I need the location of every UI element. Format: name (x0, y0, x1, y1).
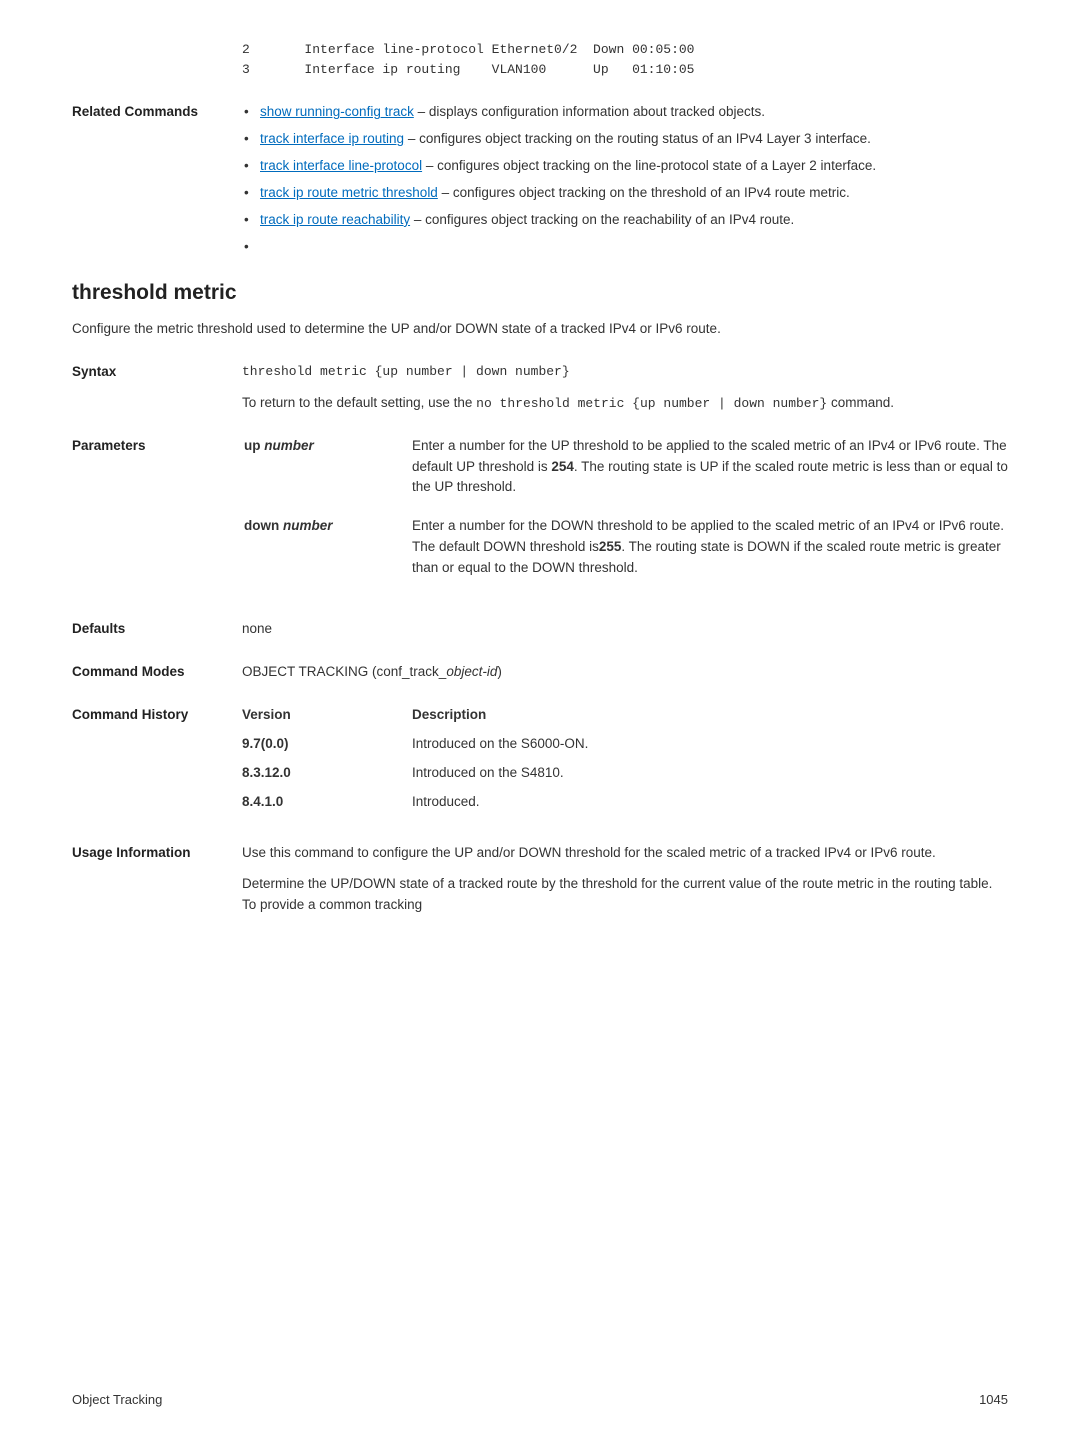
modes-label: Command Modes (72, 662, 242, 683)
param-desc: Enter a number for the UP threshold to b… (412, 436, 1008, 499)
parameters-label: Parameters (72, 436, 242, 598)
history-desc: Introduced. (412, 792, 1008, 813)
related-item: track interface ip routing – configures … (242, 129, 1008, 150)
related-link[interactable]: track ip route metric threshold (260, 185, 438, 200)
modes-post: ) (497, 664, 502, 679)
usage-label: Usage Information (72, 843, 242, 916)
code-output: 2 Interface line-protocol Ethernet0/2 Do… (242, 40, 1008, 80)
related-commands: Related Commands show running-config tra… (72, 102, 1008, 237)
history-version: 8.3.12.0 (242, 763, 412, 784)
code-line-2: 3 Interface ip routing VLAN100 Up 01:10:… (242, 60, 1008, 80)
usage-content: Use this command to configure the UP and… (242, 843, 1008, 916)
history-version: 8.4.1.0 (242, 792, 412, 813)
syntax-return-pre: To return to the default setting, use th… (242, 395, 476, 410)
section-intro: Configure the metric threshold used to d… (72, 319, 1008, 340)
param-row: up number Enter a number for the UP thre… (242, 436, 1008, 499)
history-content: Version Description 9.7(0.0) Introduced … (242, 705, 1008, 821)
related-item: show running-config track – displays con… (242, 102, 1008, 123)
related-text: – configures object tracking on the thre… (438, 185, 850, 200)
param-row: down number Enter a number for the DOWN … (242, 516, 1008, 579)
modes-value: OBJECT TRACKING (conf_track_object-id) (242, 662, 1008, 683)
related-link[interactable]: track interface ip routing (260, 131, 404, 146)
history-version: 9.7(0.0) (242, 734, 412, 755)
defaults-label: Defaults (72, 619, 242, 640)
related-content: show running-config track – displays con… (242, 102, 1008, 237)
related-label: Related Commands (72, 102, 242, 237)
modes-it: object-id (446, 664, 497, 679)
related-link[interactable]: track ip route reachability (260, 212, 410, 227)
syntax-code: threshold metric {up number | down numbe… (242, 362, 1008, 382)
section-heading: threshold metric (72, 277, 1008, 310)
history-desc: Introduced on the S4810. (412, 763, 1008, 784)
page-footer: Object Tracking 1045 (72, 1390, 1008, 1410)
usage-para-1: Use this command to configure the UP and… (242, 843, 1008, 864)
history-header: Version Description (242, 705, 1008, 726)
related-list: show running-config track – displays con… (242, 102, 1008, 231)
syntax-return-code: no threshold metric {up number | down nu… (476, 396, 827, 411)
parameters-content: up number Enter a number for the UP thre… (242, 436, 1008, 598)
syntax-return: To return to the default setting, use th… (242, 393, 1008, 414)
related-text: – displays configuration information abo… (414, 104, 765, 119)
syntax-label: Syntax (72, 362, 242, 413)
syntax-return-post: command. (827, 395, 894, 410)
usage-block: Usage Information Use this command to co… (72, 843, 1008, 916)
code-line-1: 2 Interface line-protocol Ethernet0/2 Do… (242, 40, 1008, 60)
history-label: Command History (72, 705, 242, 821)
syntax-block: Syntax threshold metric {up number | dow… (72, 362, 1008, 413)
history-row: 8.3.12.0 Introduced on the S4810. (242, 763, 1008, 784)
param-desc: Enter a number for the DOWN threshold to… (412, 516, 1008, 579)
related-link[interactable]: show running-config track (260, 104, 414, 119)
defaults-block: Defaults none (72, 619, 1008, 640)
usage-para-2: Determine the UP/DOWN state of a tracked… (242, 874, 1008, 916)
history-head-version: Version (242, 705, 412, 726)
param-desc-bold: 255 (599, 539, 622, 554)
defaults-value: none (242, 619, 1008, 640)
modes-block: Command Modes OBJECT TRACKING (conf_trac… (72, 662, 1008, 683)
related-item: track ip route reachability – configures… (242, 210, 1008, 231)
param-name-var: number (264, 438, 314, 453)
related-item: track ip route metric threshold – config… (242, 183, 1008, 204)
param-desc-bold: 254 (551, 459, 574, 474)
param-name: down number (242, 516, 412, 579)
footer-right: 1045 (979, 1390, 1008, 1410)
related-link[interactable]: track interface line-protocol (260, 158, 422, 173)
history-row: 9.7(0.0) Introduced on the S6000-ON. (242, 734, 1008, 755)
history-row: 8.4.1.0 Introduced. (242, 792, 1008, 813)
param-name-text: down (244, 518, 283, 533)
param-name-text: up (244, 438, 264, 453)
related-item: track interface line-protocol – configur… (242, 156, 1008, 177)
param-name: up number (242, 436, 412, 499)
history-block: Command History Version Description 9.7(… (72, 705, 1008, 821)
history-desc: Introduced on the S6000-ON. (412, 734, 1008, 755)
related-text: – configures object tracking on the line… (422, 158, 876, 173)
parameters-block: Parameters up number Enter a number for … (72, 436, 1008, 598)
related-text: – configures object tracking on the reac… (410, 212, 794, 227)
footer-left: Object Tracking (72, 1390, 162, 1410)
history-head-desc: Description (412, 705, 1008, 726)
modes-pre: OBJECT TRACKING (conf_track_ (242, 664, 446, 679)
syntax-content: threshold metric {up number | down numbe… (242, 362, 1008, 413)
param-name-var: number (283, 518, 333, 533)
related-text: – configures object tracking on the rout… (404, 131, 871, 146)
